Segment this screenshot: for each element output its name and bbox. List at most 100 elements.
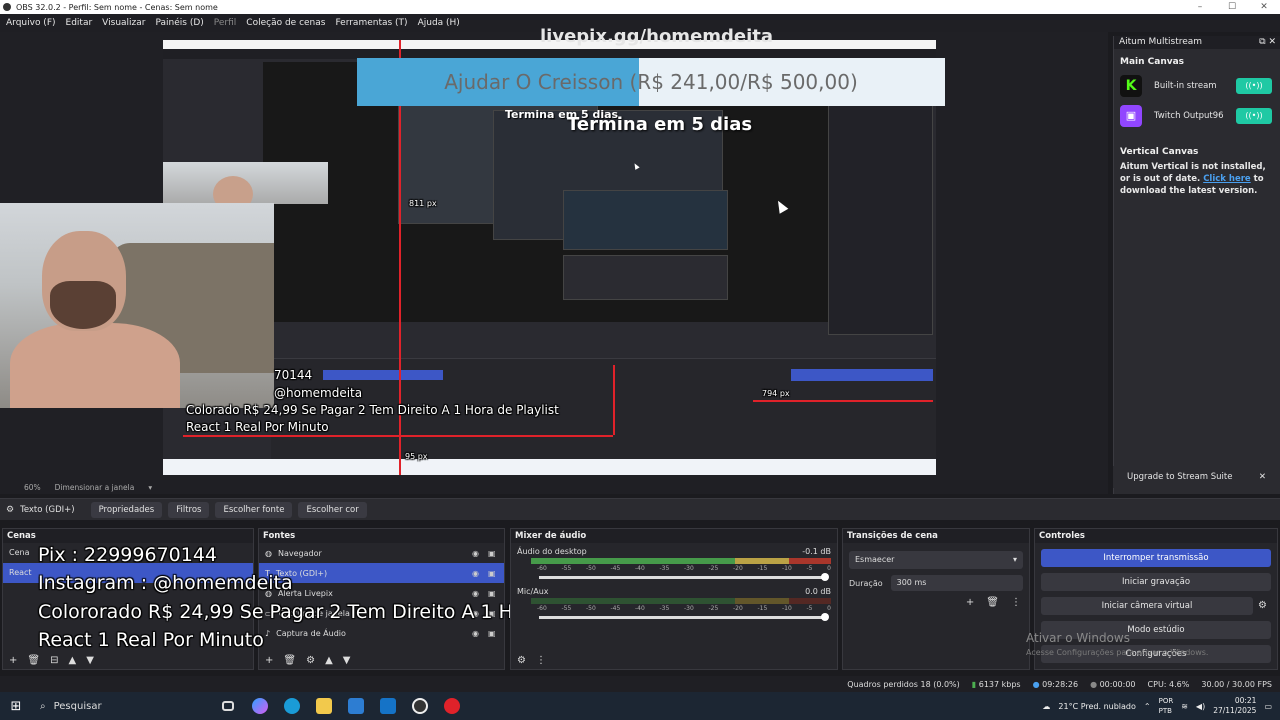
output-toggle-icon[interactable]: ((•)) — [1236, 78, 1272, 94]
upgrade-close-icon[interactable]: ✕ — [1259, 472, 1266, 482]
pixel-label-1: 811 px — [409, 199, 437, 208]
chevron-down-icon[interactable]: ▼ — [86, 655, 94, 666]
channel-db: 0.0 dB — [805, 587, 831, 596]
stop-stream-button[interactable]: Interromper transmissão — [1041, 549, 1271, 567]
live-icon: ● — [1032, 679, 1040, 689]
task-view-icon[interactable] — [212, 692, 244, 720]
chevron-up-icon[interactable]: ▲ — [68, 655, 76, 666]
eye-icon[interactable]: ◉ — [472, 629, 482, 638]
add-icon[interactable]: + — [265, 655, 273, 666]
close-icon[interactable]: ✕ — [1248, 0, 1280, 14]
eye-icon[interactable]: ◉ — [472, 589, 482, 598]
filter-icon[interactable]: ⊟ — [50, 655, 58, 666]
lock-icon[interactable]: ▣ — [488, 629, 498, 638]
nested-dock — [828, 105, 933, 335]
menu-view[interactable]: Visualizar — [102, 18, 145, 28]
menu-help[interactable]: Ajuda (H) — [418, 18, 460, 28]
channel-name: Mic/Aux — [517, 587, 549, 596]
menu-scene-collection[interactable]: Coleção de cenas — [246, 18, 325, 28]
volume-meter — [531, 598, 831, 604]
volume-slider[interactable] — [539, 613, 829, 621]
record-app-icon[interactable] — [436, 692, 468, 720]
choose-font-button[interactable]: Escolher fonte — [215, 501, 293, 518]
add-icon[interactable]: + — [9, 655, 17, 666]
source-item[interactable]: ♪ Captura de Áudio ◉ ▣ — [259, 623, 504, 643]
preview-pix-text: 70144 — [274, 368, 313, 382]
red-guide-horizontal-2 — [183, 435, 613, 437]
gear-icon[interactable]: ⚙ — [517, 655, 526, 666]
chevron-down-icon[interactable]: ▾ — [148, 483, 152, 492]
chevron-up-icon[interactable]: ⌃ — [1144, 702, 1151, 711]
menu-edit[interactable]: Editar — [66, 18, 93, 28]
notification-icon[interactable]: ▭ — [1264, 702, 1272, 711]
resize-mode[interactable]: Dimensionar a janela — [55, 483, 135, 492]
eye-icon[interactable]: ◉ — [472, 549, 482, 558]
volume-slider[interactable] — [539, 573, 829, 581]
audio-mixer-dock: Mixer de áudio Áudio do desktop -0.1 dB -… — [510, 528, 838, 670]
transition-select[interactable]: Esmaecer — [849, 551, 1023, 569]
mixer-footer: ⚙ ⋮ — [511, 651, 837, 669]
fps: 30.00 / 30.00 FPS — [1201, 679, 1272, 689]
windows-start-icon[interactable]: ⊞ — [0, 699, 32, 714]
source-item[interactable]: T Texto (GDI+) ◉ ▣ — [259, 563, 504, 583]
preview-zoom-bar: 60% Dimensionar a janela ▾ — [0, 480, 1108, 494]
edge-icon[interactable] — [276, 692, 308, 720]
start-recording-button[interactable]: Iniciar gravação — [1041, 573, 1271, 591]
activate-windows-subtitle: Acesse Configurações para ativar o Windo… — [1026, 648, 1209, 657]
source-item[interactable]: ◍ Alerta Livepix ◉ ▣ — [259, 583, 504, 603]
mixer-title: Mixer de áudio — [511, 529, 837, 543]
trash-icon[interactable]: 🗑 — [283, 655, 296, 666]
maximize-icon[interactable]: ☐ — [1216, 0, 1248, 14]
chevron-down-icon[interactable]: ▼ — [343, 655, 351, 666]
copilot-icon[interactable] — [244, 692, 276, 720]
upgrade-link[interactable]: Upgrade to Stream Suite — [1127, 472, 1232, 482]
gear-icon: ⚙ — [6, 504, 15, 515]
chevron-up-icon[interactable]: ▲ — [325, 655, 333, 666]
lang-indicator[interactable]: POR PTB — [1159, 696, 1174, 716]
download-link[interactable]: Click here — [1203, 174, 1251, 184]
duration-row: Duração 300 ms — [849, 575, 1023, 591]
lock-icon[interactable]: ▣ — [488, 569, 498, 578]
source-item[interactable]: ◍ Navegador ◉ ▣ — [259, 543, 504, 563]
volume-icon[interactable]: ◀) — [1196, 702, 1205, 711]
properties-button[interactable]: Propriedades — [90, 501, 163, 518]
main-canvas-title: Main Canvas — [1120, 57, 1185, 67]
preview-instagram-text: @homemdeita — [274, 386, 363, 400]
trash-icon[interactable]: 🗑 — [27, 655, 40, 666]
nested-mixer — [563, 255, 728, 300]
clock[interactable]: 00:21 27/11/2025 — [1213, 696, 1256, 716]
weather-text[interactable]: 21°C Pred. nublado — [1058, 702, 1136, 711]
obs-icon[interactable] — [404, 692, 436, 720]
livepix-url: livepix.gg/homemdeita — [540, 26, 774, 47]
choose-color-button[interactable]: Escolher cor — [298, 501, 367, 518]
more-icon[interactable]: ⋮ — [1011, 597, 1021, 608]
search-icon: ⌕ — [40, 700, 46, 712]
menu-file[interactable]: Arquivo (F) — [6, 18, 56, 28]
taskbar-search[interactable]: ⌕ Pesquisar — [32, 692, 212, 720]
lock-icon[interactable]: ▣ — [488, 589, 498, 598]
more-icon[interactable]: ⋮ — [536, 655, 546, 666]
file-explorer-icon[interactable] — [308, 692, 340, 720]
wifi-icon[interactable]: ≋ — [1181, 702, 1188, 711]
filters-button[interactable]: Filtros — [168, 501, 210, 518]
lock-icon[interactable]: ▣ — [488, 549, 498, 558]
gear-icon[interactable]: ⚙ — [306, 655, 315, 666]
store-icon[interactable] — [340, 692, 372, 720]
sources-footer: + 🗑 ⚙ ▲ ▼ — [259, 651, 504, 669]
virtual-camera-button[interactable]: Iniciar câmera virtual — [1041, 597, 1253, 615]
mail-icon[interactable] — [372, 692, 404, 720]
minimize-icon[interactable]: – — [1184, 0, 1216, 14]
zoom-level[interactable]: 60% — [24, 483, 41, 492]
dock-close-icon[interactable]: ⧉ ✕ — [1259, 36, 1276, 49]
eye-icon[interactable]: ◉ — [472, 569, 482, 578]
upgrade-bar: Upgrade to Stream Suite ✕ — [1113, 466, 1280, 488]
trash-icon[interactable]: 🗑 — [986, 597, 999, 608]
virtual-camera-gear-icon[interactable]: ⚙ — [1258, 600, 1267, 611]
menu-profile[interactable]: Perfil — [214, 18, 237, 28]
menu-tools[interactable]: Ferramentas (T) — [335, 18, 407, 28]
duration-input[interactable]: 300 ms — [890, 575, 1023, 591]
output-toggle-icon[interactable]: ((•)) — [1236, 108, 1272, 124]
nested-webcam — [163, 162, 328, 204]
menu-docks[interactable]: Painéis (D) — [155, 18, 203, 28]
add-icon[interactable]: + — [966, 597, 974, 608]
